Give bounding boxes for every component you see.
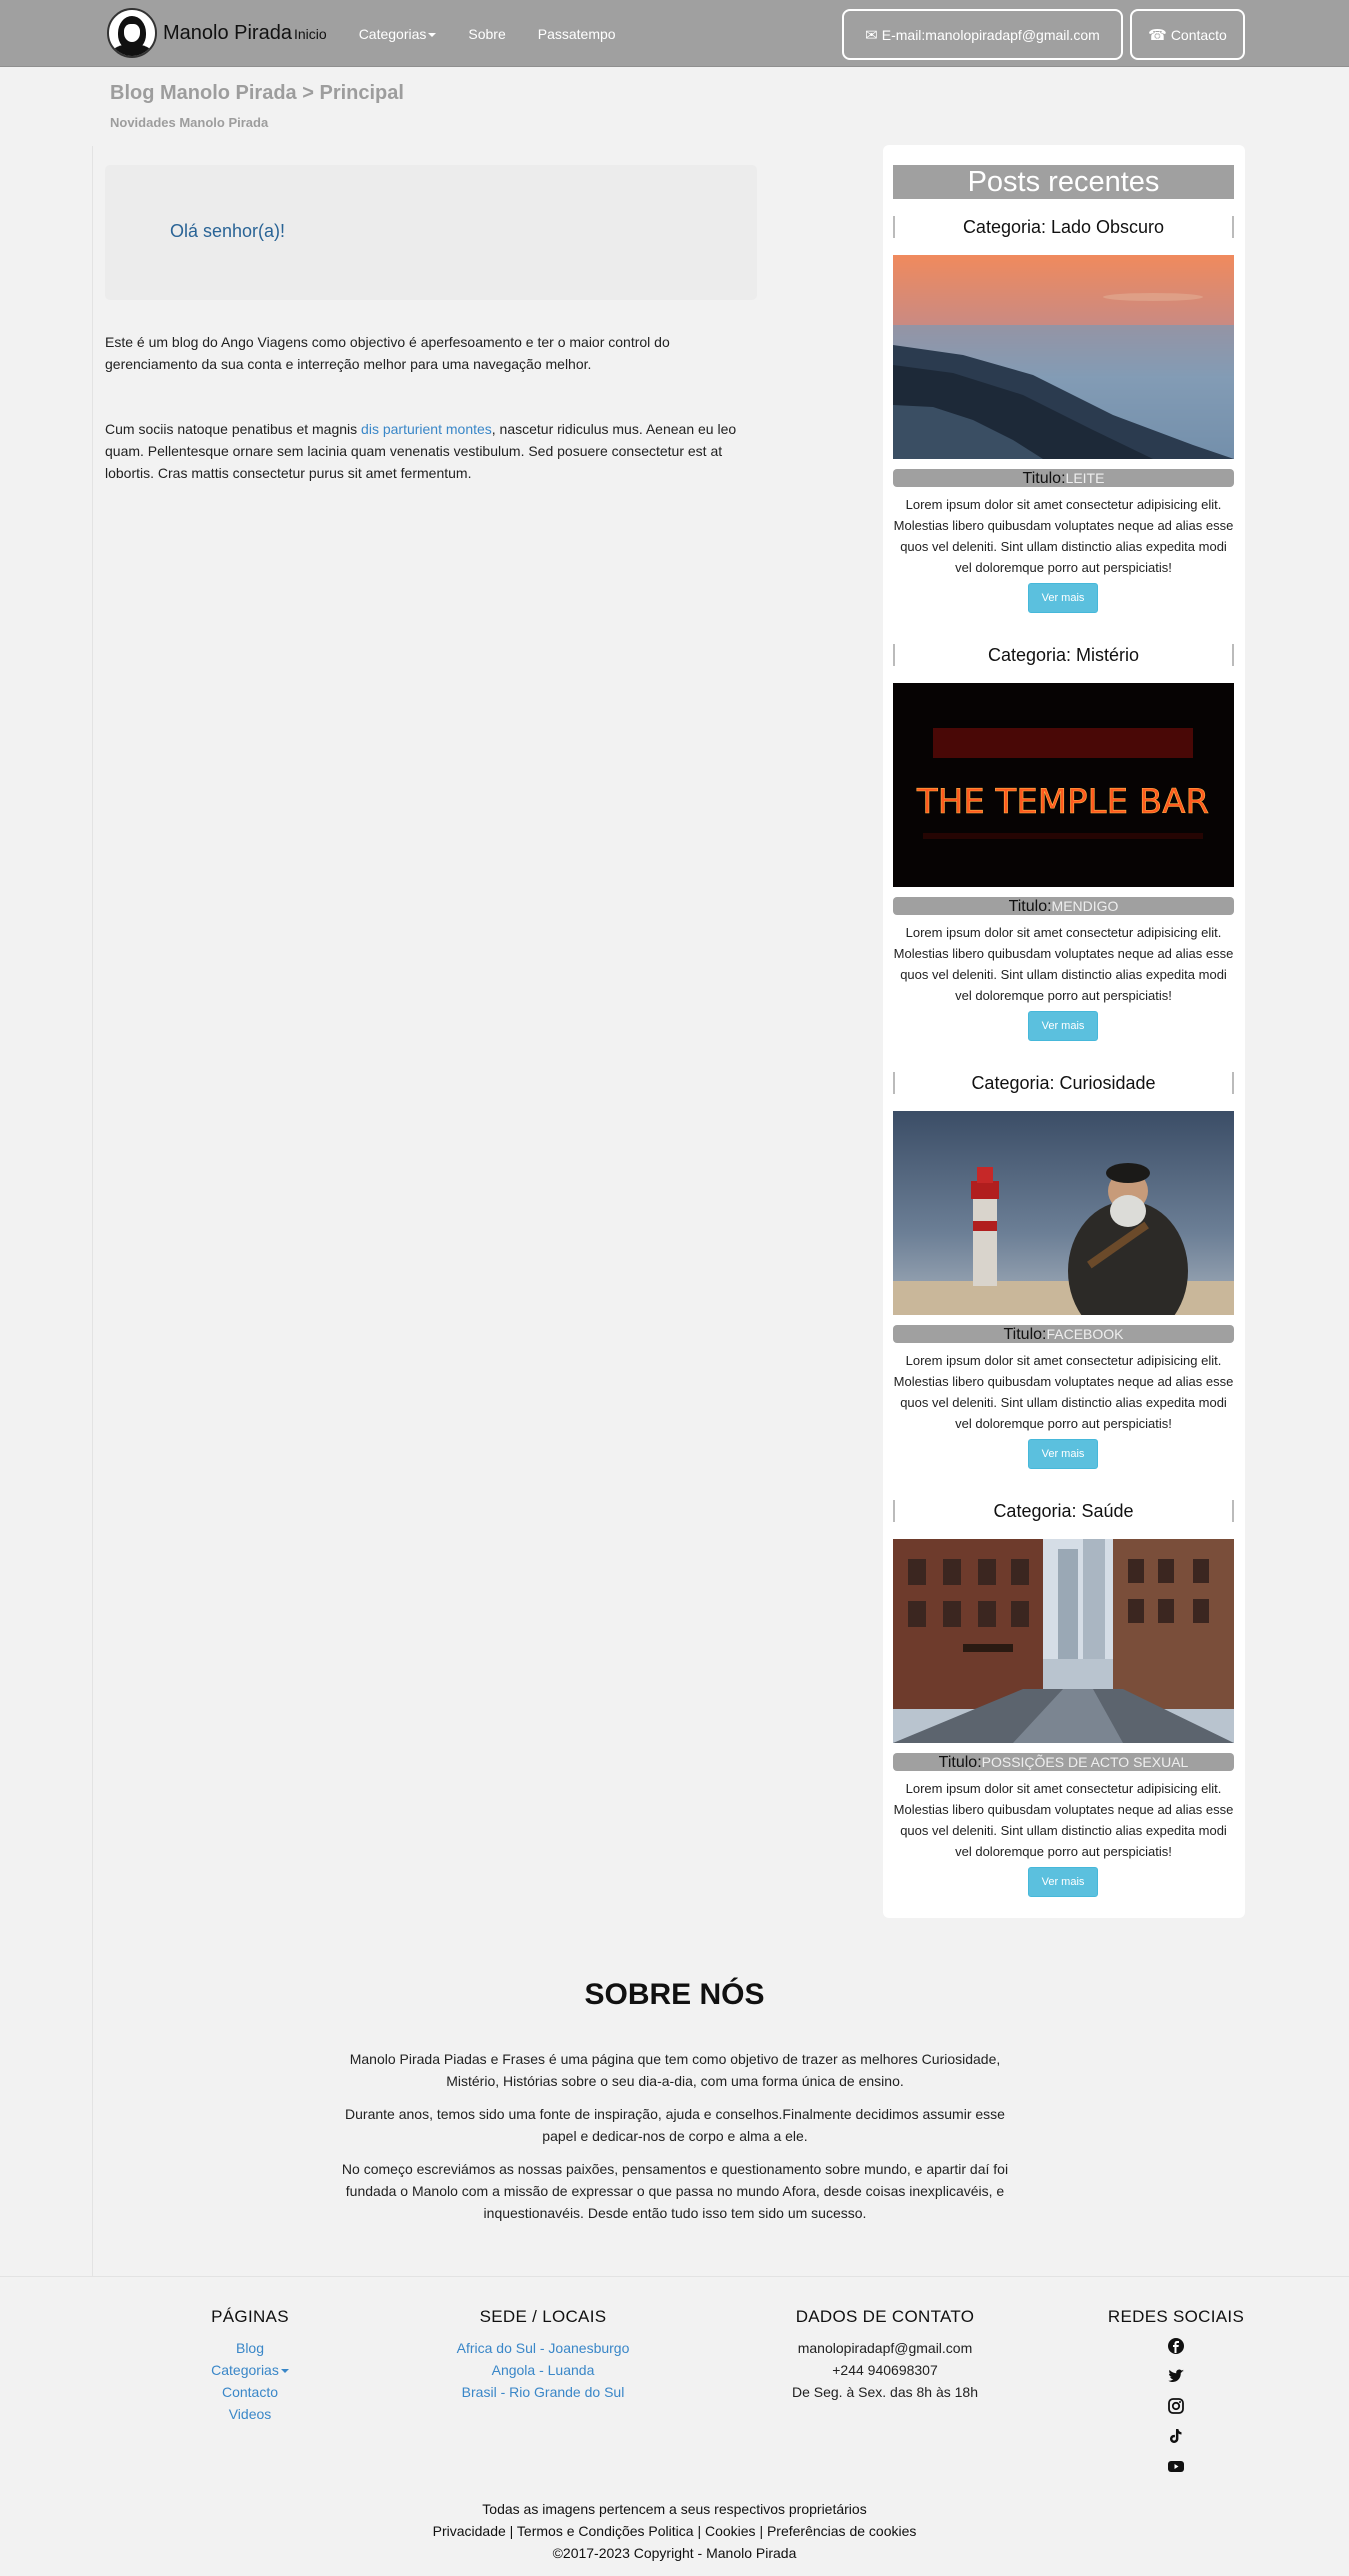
post-title: Titulo:FACEBOOK <box>893 1325 1234 1343</box>
nav-inicio[interactable]: Inicio <box>294 26 327 42</box>
nav-categorias-dropdown[interactable]: Categorias <box>359 26 437 42</box>
brand-name[interactable]: Manolo Pirada <box>163 22 292 45</box>
brand-logo <box>107 8 157 58</box>
copyright: ©2017-2023 Copyright - Manolo Pirada <box>552 2545 797 2561</box>
page-subtitle: Novidades Manolo Pirada <box>110 115 269 130</box>
footer-location[interactable]: Brasil - Rio Grande do Sul <box>418 2381 668 2403</box>
instagram-icon[interactable] <box>1166 2397 1186 2417</box>
post-title-value[interactable]: POSSIÇÕES DE ACTO SEXUAL <box>982 1754 1189 1770</box>
footer-heading: DADOS DE CONTATO <box>795 2307 975 2326</box>
post-image[interactable] <box>893 255 1234 459</box>
nav-categorias-label: Categorias <box>358 25 427 42</box>
footer-pages: PÁGINAS Blog Categorias Contacto Videos <box>150 2307 350 2425</box>
rights-notice: Todas as imagens pertencem a seus respec… <box>482 2501 867 2517</box>
post-title-label: Titulo: <box>1022 470 1066 487</box>
view-more-button[interactable]: Ver mais <box>1028 583 1098 613</box>
body-paragraph: Cum sociis natoque penatibus et magnis d… <box>105 418 757 484</box>
footer-categorias-label: Categorias <box>211 2362 279 2378</box>
post-category: Categoria: Saúde <box>893 1500 1234 1522</box>
about-paragraph: Manolo Pirada Piadas e Frases é uma pági… <box>349 2051 1001 2089</box>
footer-divider <box>0 2276 1349 2277</box>
view-more-button[interactable]: Ver mais <box>1028 1867 1098 1897</box>
post-title: Titulo:POSSIÇÕES DE ACTO SEXUAL <box>893 1753 1234 1771</box>
nav-sobre[interactable]: Sobre <box>468 26 505 42</box>
paragraph-link[interactable]: dis parturient montes <box>361 421 492 437</box>
view-more-button[interactable]: Ver mais <box>1028 1439 1098 1469</box>
caret-down-icon <box>280 2369 289 2374</box>
about-paragraph: Durante anos, temos sido uma fonte de in… <box>345 2106 1005 2144</box>
post-description: Lorem ipsum dolor sit amet consectetur a… <box>893 1781 1234 1859</box>
post-category: Categoria: Mistério <box>893 644 1234 666</box>
post-category: Categoria: Curiosidade <box>893 1072 1234 1094</box>
post-title-label: Titulo: <box>1003 1326 1047 1343</box>
recent-posts-sidebar: Posts recentes Categoria: Lado Obscuro T… <box>883 145 1245 1918</box>
intro-text: Este é um blog do Ango Viagens como obje… <box>105 334 670 372</box>
contact-button-label: Contacto <box>1170 26 1227 43</box>
post-image[interactable] <box>893 1539 1234 1743</box>
twitter-icon[interactable] <box>1166 2367 1186 2387</box>
post-card: Categoria: Mistério THE TEMPLE BAR Titul… <box>893 644 1234 1041</box>
post-title-value[interactable]: MENDIGO <box>1052 898 1119 914</box>
tiktok-icon[interactable] <box>1166 2427 1186 2447</box>
contact-button[interactable]: ☎ Contacto <box>1130 9 1245 60</box>
post-title: Titulo:MENDIGO <box>893 897 1234 915</box>
email-button-label: E-mail:manolopiradapf@gmail.com <box>881 26 1100 43</box>
footer-link-contacto[interactable]: Contacto <box>150 2381 350 2403</box>
footer-heading: REDES SOCIAIS <box>1107 2307 1245 2326</box>
footer-phone: +244 940698307 <box>832 2362 938 2378</box>
footer-heading: PÁGINAS <box>211 2307 289 2326</box>
phone-icon: ☎ <box>1148 26 1167 44</box>
email-button[interactable]: ✉ E-mail:manolopiradapf@gmail.com <box>842 9 1123 60</box>
navbar: Manolo Pirada Inicio Categorias Sobre Pa… <box>0 0 1349 67</box>
footer-link-videos[interactable]: Videos <box>150 2403 350 2425</box>
post-description: Lorem ipsum dolor sit amet consectetur a… <box>893 497 1234 575</box>
nav-links: Inicio Categorias Sobre Passatempo <box>294 0 648 67</box>
left-divider <box>92 146 93 2276</box>
post-card: Categoria: Curiosidade Titulo:FACEBOOK L… <box>893 1072 1234 1469</box>
footer-contact: DADOS DE CONTATO manolopiradapf@gmail.co… <box>750 2307 1020 2403</box>
footer-link-blog[interactable]: Blog <box>150 2337 350 2359</box>
view-more-button[interactable]: Ver mais <box>1028 1011 1098 1041</box>
envelope-icon: ✉ <box>865 26 878 44</box>
footer-location[interactable]: Angola - Luanda <box>418 2359 668 2381</box>
greeting-text: Olá senhor(a)! <box>170 221 286 241</box>
post-image[interactable] <box>893 1111 1234 1315</box>
footer-social: REDES SOCIAIS <box>1096 2307 1256 2487</box>
paragraph-start: Cum sociis natoque penatibus et magnis <box>105 421 362 437</box>
youtube-icon[interactable] <box>1166 2457 1186 2477</box>
facebook-icon[interactable] <box>1166 2337 1186 2357</box>
neon-sign-text: THE TEMPLE BAR <box>916 782 1209 822</box>
caret-down-icon <box>428 32 437 37</box>
footer-email: manolopiradapf@gmail.com <box>797 2340 973 2356</box>
post-title-value[interactable]: LEITE <box>1066 470 1105 486</box>
footer-location[interactable]: Africa do Sul - Joanesburgo <box>418 2337 668 2359</box>
legal-links[interactable]: Privacidade | Termos e Condições Politic… <box>0 2523 1349 2539</box>
brand[interactable]: Manolo Pirada <box>107 8 292 58</box>
post-description: Lorem ipsum dolor sit amet consectetur a… <box>893 1353 1234 1431</box>
sidebar-heading: Posts recentes <box>893 165 1234 199</box>
footer-heading: SEDE / LOCAIS <box>479 2307 607 2326</box>
post-image[interactable]: THE TEMPLE BAR <box>893 683 1234 887</box>
about-paragraph: No começo escreviámos as nossas paixões,… <box>341 2161 1009 2221</box>
page-title: Blog Manolo Pirada > Principal <box>110 82 404 104</box>
post-title-label: Titulo: <box>1008 898 1052 915</box>
post-card: Categoria: Saúde Titulo:POSSIÇÕES DE ACT… <box>893 1500 1234 1897</box>
about-title: SOBRE NÓS <box>584 1978 765 2011</box>
footer-locations: SEDE / LOCAIS Africa do Sul - Joanesburg… <box>418 2307 668 2403</box>
post-card: Categoria: Lado Obscuro Titulo:LEITE Lor… <box>893 216 1234 613</box>
post-description: Lorem ipsum dolor sit amet consectetur a… <box>893 925 1234 1003</box>
greeting-panel: Olá senhor(a)! <box>105 165 757 300</box>
post-title-value[interactable]: FACEBOOK <box>1046 1326 1123 1342</box>
post-title: Titulo:LEITE <box>893 469 1234 487</box>
post-title-label: Titulo: <box>938 1754 982 1771</box>
footer-hours: De Seg. à Sex. das 8h às 18h <box>791 2384 978 2400</box>
nav-passatempo[interactable]: Passatempo <box>538 26 616 42</box>
footer-link-categorias[interactable]: Categorias <box>150 2359 350 2381</box>
post-category: Categoria: Lado Obscuro <box>893 216 1234 238</box>
